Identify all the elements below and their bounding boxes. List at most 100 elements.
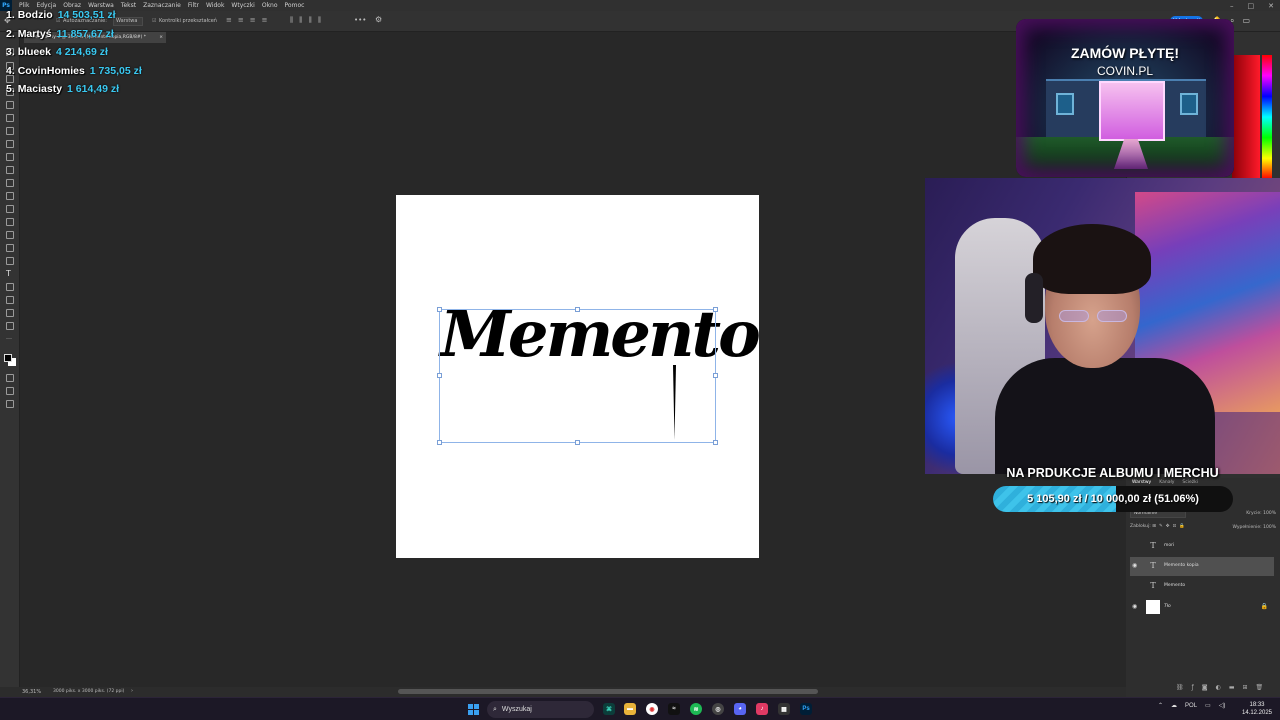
frame-tool-button[interactable] bbox=[6, 114, 14, 122]
hue-slider[interactable] bbox=[1262, 55, 1272, 179]
eraser-tool-button[interactable] bbox=[6, 192, 14, 200]
cloud-icon[interactable]: ☁ bbox=[1171, 702, 1177, 709]
workspace-icon[interactable]: ▭ bbox=[1242, 16, 1250, 26]
healing-tool-button[interactable] bbox=[6, 140, 14, 148]
brush-tool-button[interactable] bbox=[6, 153, 14, 161]
lock-icons[interactable]: ⊞✎✥⊡🔒 bbox=[1152, 524, 1188, 529]
status-arrow-icon[interactable]: › bbox=[131, 688, 133, 694]
more-tools-icon[interactable]: … bbox=[6, 335, 14, 343]
menu-edit[interactable]: Edycja bbox=[36, 2, 56, 9]
path-select-tool-button[interactable] bbox=[6, 283, 14, 291]
fx-icon[interactable]: ƒ bbox=[1192, 684, 1194, 691]
language-indicator[interactable]: POL bbox=[1185, 703, 1197, 709]
mask-icon[interactable]: ◙ bbox=[1202, 684, 1208, 691]
foreground-color-swatch[interactable] bbox=[4, 354, 12, 362]
menu-image[interactable]: Obraz bbox=[63, 2, 81, 9]
zoom-tool-button[interactable] bbox=[6, 322, 14, 330]
layer-row-memento[interactable]: T Memento bbox=[1130, 577, 1274, 596]
pen-tool-button[interactable] bbox=[6, 244, 14, 252]
close-icon[interactable]: ✕ bbox=[1268, 2, 1274, 10]
screen-mode-button[interactable] bbox=[6, 387, 14, 395]
menu-plugins[interactable]: Wtyczki bbox=[231, 2, 254, 9]
layer-row-mori[interactable]: T mori bbox=[1130, 537, 1274, 556]
zoom-level[interactable]: 36,31% bbox=[22, 689, 41, 695]
spotify-icon[interactable]: ≋ bbox=[690, 703, 702, 715]
transform-handle-tl[interactable] bbox=[437, 307, 442, 312]
gradient-tool-button[interactable] bbox=[6, 205, 14, 213]
menu-view[interactable]: Widok bbox=[206, 2, 224, 9]
discord-icon[interactable]: ◕ bbox=[734, 703, 746, 715]
link-icon[interactable]: ⛓ bbox=[1176, 684, 1184, 691]
eye-icon[interactable]: ◉ bbox=[1132, 603, 1140, 611]
chrome-icon[interactable]: ◉ bbox=[646, 703, 658, 715]
eye-icon[interactable]: ◉ bbox=[1132, 562, 1140, 570]
document-canvas[interactable]: Memento bbox=[396, 195, 761, 558]
hand-tool-button[interactable] bbox=[6, 309, 14, 317]
opacity-control[interactable]: Krycie: 100% bbox=[1246, 511, 1276, 516]
menu-layer[interactable]: Warstwa bbox=[88, 2, 114, 9]
adjustment-icon[interactable]: ◐ bbox=[1216, 684, 1221, 691]
menu-file[interactable]: Plik bbox=[19, 2, 29, 9]
calculator-icon[interactable]: ▦ bbox=[778, 703, 790, 715]
layers-panel-tabs: Warstwy Kanały Ścieżki bbox=[1132, 480, 1198, 485]
close-tab-icon[interactable]: × bbox=[159, 32, 163, 43]
photoshop-taskbar-icon[interactable]: Ps bbox=[800, 703, 812, 715]
align-buttons[interactable]: ≡≡≡≡ bbox=[226, 16, 273, 24]
volume-icon[interactable]: ◁) bbox=[1219, 702, 1226, 709]
shape-tool-button[interactable] bbox=[6, 296, 14, 304]
crop-tool-button[interactable] bbox=[6, 101, 14, 109]
layer-row-background[interactable]: ◉ Tło 🔒 bbox=[1130, 598, 1274, 617]
tab-channels[interactable]: Kanały bbox=[1159, 480, 1174, 485]
transform-handle-bl[interactable] bbox=[437, 440, 442, 445]
chevron-up-icon[interactable]: ⌃ bbox=[1158, 702, 1163, 709]
dodge-tool-button[interactable] bbox=[6, 231, 14, 239]
lock-icon[interactable]: 🔒 bbox=[1261, 603, 1268, 610]
transform-handle-l[interactable] bbox=[437, 373, 442, 378]
quick-mask-button[interactable] bbox=[6, 374, 14, 382]
minimize-icon[interactable]: – bbox=[1230, 2, 1234, 10]
transform-handle-b[interactable] bbox=[575, 440, 580, 445]
layer-row-memento-kopia[interactable]: ◉ T Memento kopia bbox=[1130, 557, 1274, 576]
menu-select[interactable]: Zaznaczanie bbox=[143, 2, 181, 9]
menu-help[interactable]: Pomoc bbox=[285, 2, 305, 9]
tab-layers[interactable]: Warstwy bbox=[1132, 480, 1151, 485]
windows-start-icon[interactable] bbox=[468, 704, 479, 715]
type-tool-icon[interactable]: T bbox=[6, 270, 14, 278]
transform-handle-br[interactable] bbox=[713, 440, 718, 445]
distribute-buttons[interactable]: ⫼⫼⫼⫼ bbox=[290, 16, 327, 25]
network-icon[interactable]: ▭ bbox=[1205, 702, 1211, 709]
history-brush-tool-button[interactable] bbox=[6, 179, 14, 187]
taskbar-search[interactable]: ⌕ Wyszukaj bbox=[487, 701, 594, 718]
maximize-icon[interactable]: □ bbox=[1248, 2, 1255, 10]
transform-handle-r[interactable] bbox=[713, 373, 718, 378]
transform-handle-t[interactable] bbox=[575, 307, 580, 312]
terminal-icon[interactable]: ≈ bbox=[668, 703, 680, 715]
menu-window[interactable]: Okno bbox=[262, 2, 278, 9]
fill-value[interactable]: 100% bbox=[1263, 525, 1276, 530]
tiktok-icon[interactable]: ♪ bbox=[756, 703, 768, 715]
trash-icon[interactable]: 🗑 bbox=[1256, 684, 1264, 691]
file-explorer-icon[interactable]: ▬ bbox=[624, 703, 636, 715]
transform-handle-tr[interactable] bbox=[713, 307, 718, 312]
transform-controls-checkbox[interactable]: ☑ bbox=[152, 18, 156, 24]
app-icon-1[interactable]: ⌘ bbox=[603, 703, 615, 715]
folder-icon[interactable]: ▬ bbox=[1229, 684, 1235, 691]
tab-paths[interactable]: Ścieżki bbox=[1182, 480, 1198, 485]
gear-icon[interactable]: ⚙ bbox=[375, 15, 382, 24]
obs-icon[interactable]: ◎ bbox=[712, 703, 724, 715]
stamp-tool-button[interactable] bbox=[6, 166, 14, 174]
horizontal-scrollbar[interactable] bbox=[398, 689, 818, 694]
opacity-value[interactable]: 100% bbox=[1263, 511, 1276, 516]
eyedropper-tool-button[interactable] bbox=[6, 127, 14, 135]
generative-tool-button[interactable] bbox=[6, 400, 14, 408]
pen-alt-tool-button[interactable] bbox=[6, 257, 14, 265]
new-layer-icon[interactable]: ⊞ bbox=[1243, 684, 1248, 691]
transform-bounding-box[interactable] bbox=[437, 307, 718, 445]
menu-filter[interactable]: Filtr bbox=[188, 2, 199, 9]
fill-control[interactable]: Wypełnienie: 100% bbox=[1232, 525, 1276, 530]
color-picker-field[interactable] bbox=[1232, 55, 1260, 179]
blur-tool-button[interactable] bbox=[6, 218, 14, 226]
taskbar-clock[interactable]: 18:33 14.12.2025 bbox=[1240, 701, 1274, 717]
more-options-button[interactable]: ••• bbox=[354, 16, 366, 24]
menu-type[interactable]: Tekst bbox=[121, 2, 136, 9]
